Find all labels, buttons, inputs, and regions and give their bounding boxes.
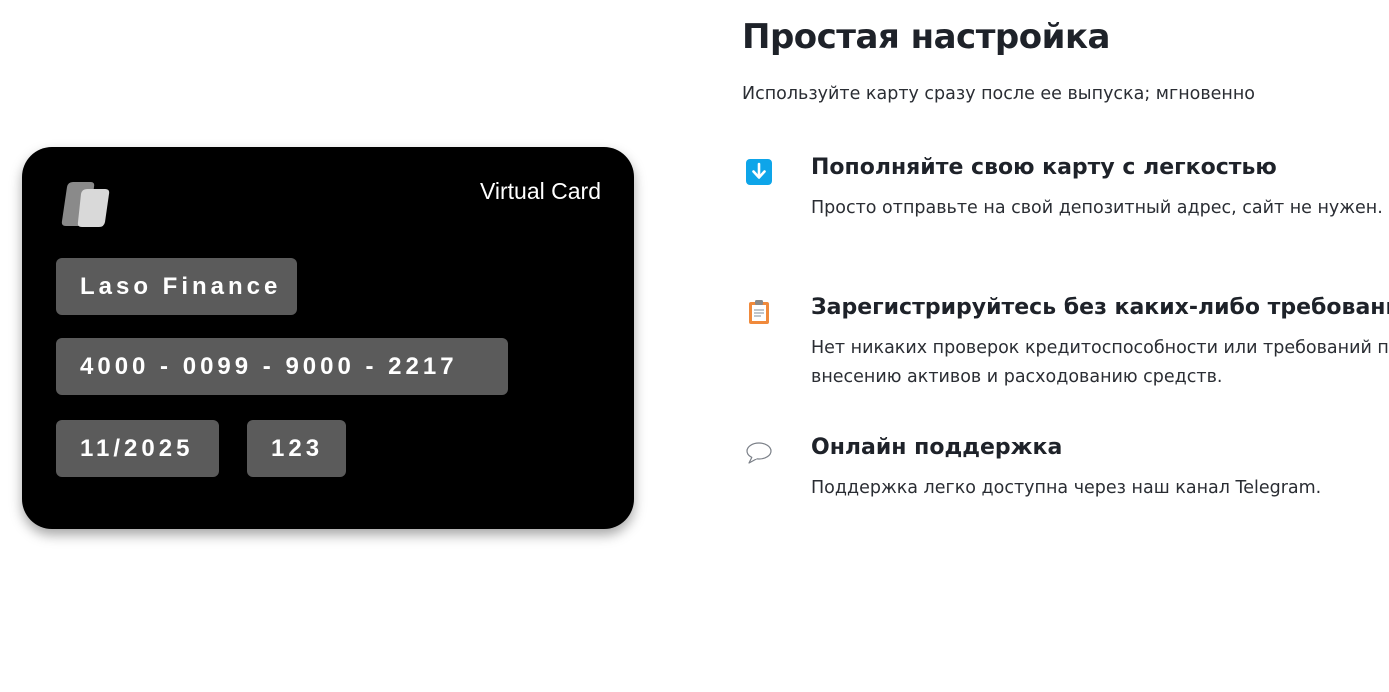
clipboard-icon <box>749 300 769 324</box>
feature-title-top-up: Пополняйте свою карту с легкостью <box>811 155 1277 180</box>
feature-title-support: Онлайн поддержка <box>811 435 1063 460</box>
down-arrow-icon <box>746 159 772 185</box>
card-expiry: 11/2025 <box>56 420 219 477</box>
card-title: Virtual Card <box>479 178 601 204</box>
card-number: 4000 - 0099 - 9000 - 2217 <box>56 338 508 395</box>
card-holder-name: Laso Finance <box>56 258 297 315</box>
feature-description-no-requirements: Нет никаких проверок кредитоспособности … <box>811 338 1389 387</box>
virtual-card: Virtual Card Laso Finance 4000 - 0099 - … <box>22 147 634 529</box>
card-cvv: 123 <box>247 420 346 477</box>
section-subtitle: Используйте карту сразу после ее выпуска… <box>742 84 1256 104</box>
feature-description-support: Поддержка легко доступна через наш канал… <box>811 478 1322 498</box>
page: Virtual Card Laso Finance 4000 - 0099 - … <box>0 0 1389 692</box>
section-heading: Простая настройка <box>742 17 1110 57</box>
feature-description-top-up: Просто отправьте на свой депозитный адре… <box>811 198 1383 218</box>
card-logo-icon <box>61 182 110 227</box>
feature-title-no-requirements: Зарегистрируйтесь без каких-либо требова… <box>811 295 1389 320</box>
speech-bubble-icon <box>746 442 772 464</box>
